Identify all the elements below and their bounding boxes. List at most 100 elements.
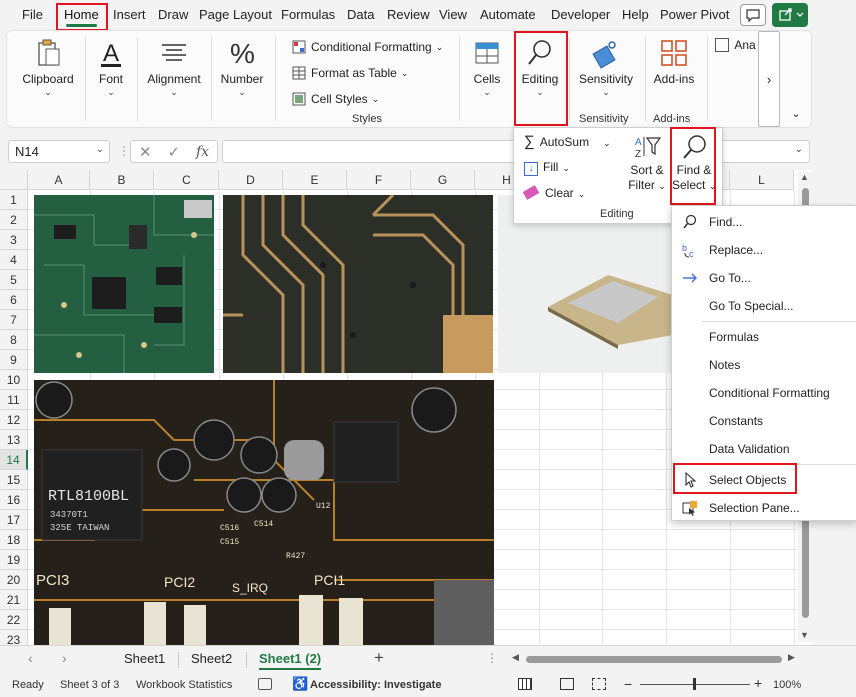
tab-automate[interactable]: Automate (476, 0, 540, 30)
column-header-g[interactable]: G (411, 170, 475, 190)
comments-button[interactable] (740, 4, 766, 26)
number-button[interactable]: % Number ⌄ (217, 37, 267, 98)
analyze-button[interactable]: Ana (715, 37, 759, 52)
tab-page-layout[interactable]: Page Layout (195, 0, 276, 30)
prev-sheet-icon[interactable]: ‹ (28, 650, 33, 666)
menu-item-replace[interactable]: bc Replace... (672, 236, 856, 264)
alignment-button[interactable]: Alignment ⌄ (143, 37, 205, 98)
page-break-view-icon[interactable] (592, 678, 606, 690)
row-header-13[interactable]: 13 (0, 430, 28, 450)
row-header-8[interactable]: 8 (0, 330, 28, 350)
column-header-a[interactable]: A (28, 170, 90, 190)
row-header-5[interactable]: 5 (0, 270, 28, 290)
row-header-2[interactable]: 2 (0, 210, 28, 230)
tab-options-icon[interactable]: ⋮ (486, 651, 498, 665)
sheet-tab-sheet1[interactable]: Sheet1 (124, 651, 165, 666)
horizontal-scroll-thumb[interactable] (526, 656, 782, 663)
row-header-21[interactable]: 21 (0, 590, 28, 610)
menu-item-notes[interactable]: Notes (672, 351, 856, 379)
fill-button[interactable]: ↓ Fill ⌄ (524, 160, 570, 176)
next-sheet-icon[interactable]: › (62, 650, 67, 666)
menu-item-find[interactable]: Find... (672, 208, 856, 236)
sheet-tab-sheet1-2[interactable]: Sheet1 (2) (259, 651, 322, 670)
zoom-slider[interactable] (640, 678, 750, 690)
row-header-18[interactable]: 18 (0, 530, 28, 550)
horizontal-scrollbar[interactable]: ◀ ▶ (512, 652, 798, 666)
row-header-14[interactable]: 14 (0, 450, 28, 470)
column-header-c[interactable]: C (155, 170, 219, 190)
menu-item-formulas[interactable]: Formulas (672, 323, 856, 351)
cell-styles-button[interactable]: Cell Styles ⌄ (292, 92, 379, 106)
column-header-b[interactable]: B (90, 170, 154, 190)
zoom-level[interactable]: 100% (773, 679, 801, 691)
autosum-button[interactable]: ∑ AutoSum ⌄ (524, 133, 611, 150)
picture-green-pcb[interactable] (34, 195, 214, 373)
sort-filter-button[interactable]: AZ Sort & Filter ⌄ (624, 134, 670, 193)
clear-button[interactable]: Clear ⌄ (522, 185, 585, 200)
menu-item-select-objects[interactable]: Select Objects (672, 466, 856, 494)
menu-item-selection-pane[interactable]: Selection Pane... (672, 494, 856, 522)
conditional-formatting-button[interactable]: Conditional Formatting ⌄ (292, 40, 443, 54)
picture-gold-traces[interactable] (223, 195, 493, 373)
scroll-up-icon[interactable]: ▲ (800, 172, 809, 182)
sensitivity-button[interactable]: Sensitivity ⌄ (573, 37, 639, 98)
share-button[interactable] (772, 3, 808, 27)
row-header-10[interactable]: 10 (0, 370, 28, 390)
row-header-22[interactable]: 22 (0, 610, 28, 630)
row-header-20[interactable]: 20 (0, 570, 28, 590)
menu-item-constants[interactable]: Constants (672, 407, 856, 435)
check-icon[interactable]: ✓ (167, 143, 180, 161)
tab-insert[interactable]: Insert (109, 0, 150, 30)
tab-file[interactable]: File (18, 0, 47, 30)
tab-help[interactable]: Help (618, 0, 653, 30)
find-select-button[interactable]: Find & Select ⌄ (672, 134, 716, 193)
zoom-in-icon[interactable]: + (754, 675, 762, 691)
column-header-f[interactable]: F (347, 170, 411, 190)
scroll-left-icon[interactable]: ◀ (512, 652, 519, 663)
row-header-3[interactable]: 3 (0, 230, 28, 250)
tab-home[interactable]: Home (60, 0, 103, 30)
menu-item-go-to[interactable]: Go To... (672, 264, 856, 292)
accessibility-status[interactable]: Accessibility: Investigate (310, 679, 441, 691)
normal-view-icon[interactable] (518, 678, 532, 690)
cells-button[interactable]: Cells ⌄ (467, 37, 507, 98)
insert-function-button[interactable]: fx (196, 144, 209, 160)
row-header-7[interactable]: 7 (0, 310, 28, 330)
menu-item-go-to-special[interactable]: Go To Special... (672, 292, 856, 320)
column-header-d[interactable]: D (219, 170, 283, 190)
row-header-11[interactable]: 11 (0, 390, 28, 410)
cancel-icon[interactable]: ✕ (139, 143, 152, 161)
row-header-6[interactable]: 6 (0, 290, 28, 310)
scroll-down-icon[interactable]: ▼ (800, 630, 809, 640)
scroll-right-icon[interactable]: ▶ (788, 652, 795, 663)
column-header-l[interactable]: L (730, 170, 794, 190)
row-header-23[interactable]: 23 (0, 630, 28, 645)
addins-button[interactable]: Add-ins (649, 37, 699, 86)
sheet-tab-sheet2[interactable]: Sheet2 (191, 651, 232, 666)
tab-draw[interactable]: Draw (154, 0, 192, 30)
add-sheet-icon[interactable]: + (374, 648, 384, 668)
format-as-table-button[interactable]: Format as Table ⌄ (292, 66, 408, 80)
tab-data[interactable]: Data (343, 0, 378, 30)
menu-item-conditional-formatting[interactable]: Conditional Formatting (672, 379, 856, 407)
tab-formulas[interactable]: Formulas (277, 0, 339, 30)
row-header-12[interactable]: 12 (0, 410, 28, 430)
page-layout-view-icon[interactable] (560, 678, 574, 690)
menu-item-data-validation[interactable]: Data Validation (672, 435, 856, 463)
zoom-slider-thumb[interactable] (693, 678, 696, 690)
tab-view[interactable]: View (435, 0, 471, 30)
tab-review[interactable]: Review (383, 0, 434, 30)
collapse-ribbon-button[interactable]: ⌄ (788, 107, 804, 123)
column-header-e[interactable]: E (283, 170, 347, 190)
row-header-16[interactable]: 16 (0, 490, 28, 510)
row-header-1[interactable]: 1 (0, 190, 28, 210)
picture-motherboard[interactable]: RTL8100BL 34370T1 325E TAIWAN C516 C515 … (34, 380, 494, 645)
clipboard-button[interactable]: Clipboard ⌄ (19, 37, 77, 98)
row-header-4[interactable]: 4 (0, 250, 28, 270)
select-all-corner[interactable] (0, 170, 28, 190)
tab-power-pivot[interactable]: Power Pivot (656, 0, 733, 30)
ribbon-scroll-right-button[interactable]: › (758, 31, 780, 127)
zoom-out-icon[interactable]: − (624, 676, 632, 692)
row-header-17[interactable]: 17 (0, 510, 28, 530)
editing-button[interactable]: Editing ⌄ (517, 37, 563, 98)
